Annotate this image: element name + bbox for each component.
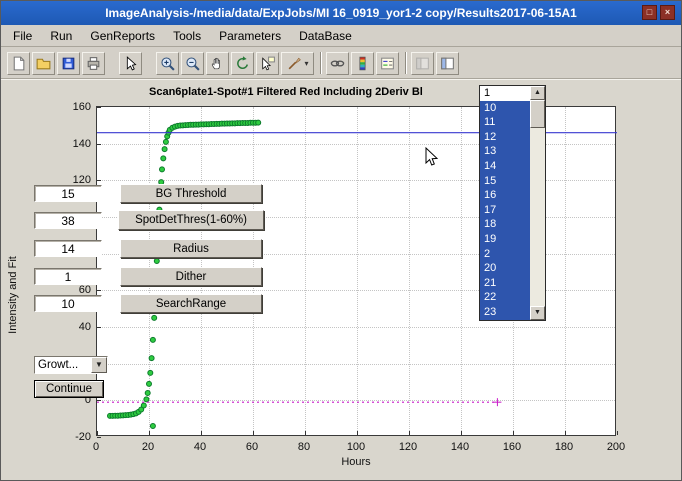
- radius-button[interactable]: Radius: [120, 239, 262, 258]
- x-tick-label: 60: [237, 441, 267, 453]
- x-tick-label: 100: [341, 441, 371, 453]
- radius-input[interactable]: [34, 240, 102, 257]
- plot-title: Scan6plate1-Spot#1 Filtered Red Includin…: [149, 86, 423, 98]
- y-tick-label: 140: [59, 138, 91, 150]
- listbox-item-20[interactable]: 20: [480, 261, 530, 276]
- continue-button[interactable]: Continue: [34, 380, 104, 398]
- spot-number-listbox[interactable]: 110111213141516171819220212223 ▲ ▼: [479, 85, 546, 321]
- x-tick-label: 160: [497, 441, 527, 453]
- listbox-items: 110111213141516171819220212223: [480, 86, 530, 320]
- listbox-item-19[interactable]: 19: [480, 232, 530, 247]
- growth-dropdown-value: Growt...: [35, 357, 91, 373]
- listbox-item-1[interactable]: 1: [480, 86, 530, 101]
- listbox-item-16[interactable]: 16: [480, 188, 530, 203]
- listbox-item-12[interactable]: 12: [480, 130, 530, 145]
- search-range-button[interactable]: SearchRange: [120, 294, 262, 313]
- y-tick-label: 40: [59, 321, 91, 333]
- bg-threshold-button[interactable]: BG Threshold: [120, 184, 262, 203]
- x-tick-label: 180: [549, 441, 579, 453]
- scroll-up-icon[interactable]: ▲: [530, 86, 545, 100]
- listbox-scrollbar[interactable]: ▲ ▼: [530, 86, 545, 320]
- listbox-item-18[interactable]: 18: [480, 217, 530, 232]
- y-tick-label: 160: [59, 101, 91, 113]
- app-window: ImageAnalysis-/media/data/ExpJobs/MI 16_…: [0, 0, 682, 481]
- x-tick-label: 80: [289, 441, 319, 453]
- mouse-cursor: [425, 147, 439, 173]
- dropdown-arrow-icon[interactable]: ▼: [91, 357, 107, 373]
- listbox-item-17[interactable]: 17: [480, 203, 530, 218]
- bg-threshold-input[interactable]: [34, 185, 102, 202]
- listbox-item-13[interactable]: 13: [480, 144, 530, 159]
- listbox-item-14[interactable]: 14: [480, 159, 530, 174]
- x-tick-label: 140: [445, 441, 475, 453]
- x-tick-label: 20: [133, 441, 163, 453]
- listbox-item-2[interactable]: 2: [480, 247, 530, 262]
- listbox-item-15[interactable]: 15: [480, 174, 530, 189]
- dither-input[interactable]: [34, 268, 102, 285]
- x-tick-label: 40: [185, 441, 215, 453]
- search-range-input[interactable]: [34, 295, 102, 312]
- listbox-item-23[interactable]: 23: [480, 305, 530, 320]
- spot-det-thres-button[interactable]: SpotDetThres(1-60%): [118, 210, 264, 230]
- listbox-item-21[interactable]: 21: [480, 276, 530, 291]
- growth-dropdown[interactable]: Growt... ▼: [34, 356, 108, 374]
- listbox-item-10[interactable]: 10: [480, 101, 530, 116]
- listbox-item-11[interactable]: 11: [480, 115, 530, 130]
- x-axis-label: Hours: [96, 456, 616, 468]
- spot-det-thres-input[interactable]: [34, 212, 102, 229]
- dither-button[interactable]: Dither: [120, 267, 262, 286]
- listbox-item-22[interactable]: 22: [480, 290, 530, 305]
- y-axis-label: Intensity and Fit: [7, 195, 19, 395]
- scrollbar-thumb[interactable]: [530, 100, 545, 128]
- scroll-down-icon[interactable]: ▼: [530, 306, 545, 320]
- x-tick-label: 200: [601, 441, 631, 453]
- y-tick-label: -20: [59, 431, 91, 443]
- x-tick-label: 120: [393, 441, 423, 453]
